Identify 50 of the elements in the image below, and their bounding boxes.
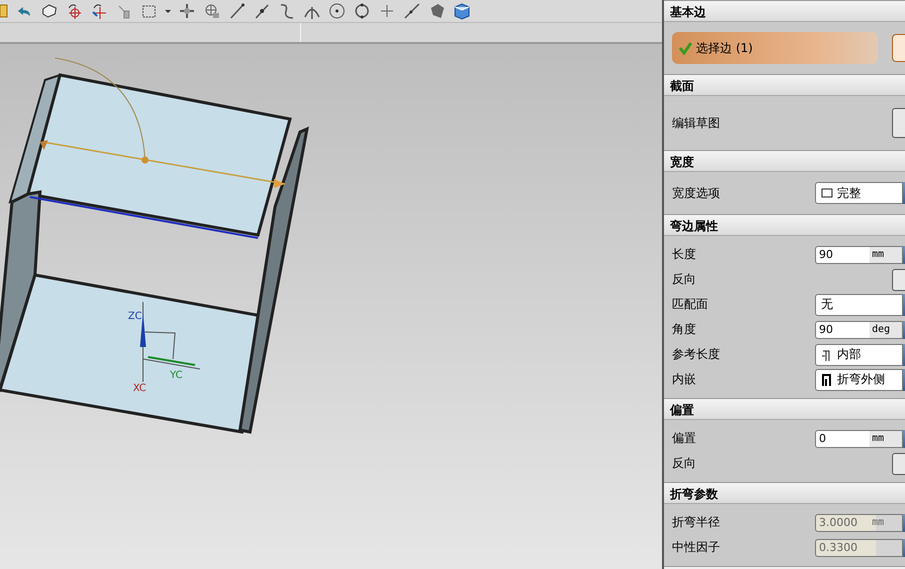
field-label: 匹配面 bbox=[672, 296, 708, 313]
select-edge-item[interactable]: 选择边 (1) bbox=[672, 32, 878, 64]
section-header[interactable]: 截面 bbox=[664, 74, 905, 96]
section-header[interactable]: 弯边属性 bbox=[664, 214, 905, 236]
field-label: 偏置 bbox=[672, 430, 696, 447]
section-header[interactable]: 偏置 bbox=[664, 398, 905, 420]
field-label: 折弯半径 bbox=[672, 514, 720, 531]
box-icon[interactable] bbox=[40, 2, 58, 20]
axis-label: XC bbox=[133, 383, 146, 394]
curve-icon[interactable] bbox=[278, 2, 296, 20]
section-header[interactable]: 宽度 bbox=[664, 150, 905, 172]
plus-icon[interactable] bbox=[378, 2, 396, 20]
check-icon bbox=[678, 41, 692, 55]
number-field[interactable]: 0 mm bbox=[815, 430, 903, 448]
field-label: 内嵌 bbox=[672, 371, 696, 388]
field-label: 长度 bbox=[672, 246, 696, 263]
section-header[interactable]: 折弯参数 bbox=[664, 482, 905, 504]
cube-icon[interactable] bbox=[453, 2, 471, 20]
move-icon[interactable] bbox=[203, 2, 221, 20]
field-label: 反向 bbox=[672, 455, 696, 472]
axis-label: YC bbox=[170, 370, 183, 381]
field-label: 反向 bbox=[672, 271, 696, 288]
line-icon[interactable] bbox=[228, 2, 246, 20]
move-icon[interactable] bbox=[178, 2, 196, 20]
section-header[interactable]: 基本边 bbox=[664, 0, 905, 22]
dropdown-field[interactable]: 折弯外侧 bbox=[815, 368, 903, 390]
face-icon[interactable] bbox=[428, 2, 446, 20]
sketch-button[interactable] bbox=[892, 108, 905, 138]
circle-icon[interactable] bbox=[353, 2, 371, 20]
dropdown-field[interactable]: 内部 bbox=[815, 344, 903, 366]
field-label: 宽度选项 bbox=[672, 184, 720, 202]
cube-button[interactable] bbox=[892, 34, 905, 62]
option-icon bbox=[821, 186, 833, 200]
number-field[interactable]: 90 mm bbox=[815, 246, 903, 264]
dropdown-field[interactable]: 无 bbox=[815, 294, 903, 316]
field-label: 编辑草图 bbox=[672, 114, 720, 132]
line-icon[interactable] bbox=[253, 2, 271, 20]
field-label: 中性因子 bbox=[672, 539, 720, 556]
field-label: 角度 bbox=[672, 321, 696, 338]
circle-center-icon[interactable] bbox=[328, 2, 346, 20]
reverse-direction-button[interactable] bbox=[892, 268, 905, 290]
reverse-direction-button[interactable] bbox=[892, 452, 905, 474]
folder-icon[interactable] bbox=[0, 2, 8, 20]
line-icon[interactable] bbox=[403, 2, 421, 20]
dropdown-field[interactable]: 完整 bbox=[815, 182, 903, 204]
number-field[interactable]: 90 deg bbox=[815, 320, 903, 338]
field-label: 参考长度 bbox=[672, 346, 720, 363]
axis-label: ZC bbox=[128, 311, 142, 322]
crosshair-icon[interactable] bbox=[90, 2, 108, 20]
option-icon bbox=[821, 372, 833, 386]
